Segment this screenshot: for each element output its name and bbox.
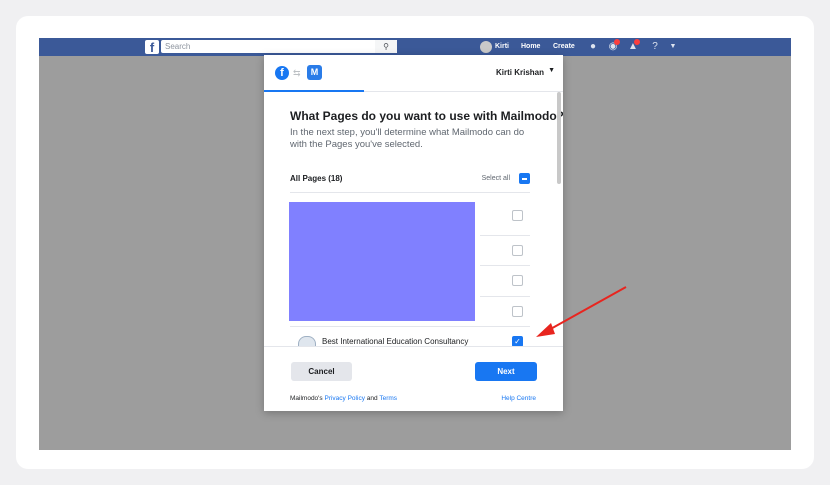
- page-avatar-icon: [298, 336, 316, 346]
- account-switcher[interactable]: Kirti Krishan: [496, 68, 544, 77]
- avatar[interactable]: [480, 41, 492, 53]
- search-placeholder: Search: [165, 42, 191, 51]
- facebook-top-bar: f Search ⚲ Kirti Home Create ● ◉ ▲ ? ▼: [39, 38, 791, 56]
- policy-prefix: Mailmodo's: [290, 395, 323, 402]
- dialog-content: What Pages do you want to use with Mailm…: [264, 92, 563, 346]
- notifications-badge: [634, 39, 640, 45]
- page-name: Best International Education Consultancy: [322, 337, 469, 346]
- page-checkbox[interactable]: [512, 210, 523, 221]
- page-checkbox[interactable]: [512, 245, 523, 256]
- scrollbar[interactable]: [557, 92, 561, 184]
- terms-link[interactable]: Terms: [379, 395, 397, 402]
- all-pages-label: All Pages (18): [290, 174, 343, 183]
- search-icon[interactable]: ⚲: [375, 40, 397, 53]
- select-all-checkbox[interactable]: [519, 173, 530, 184]
- page-checkbox[interactable]: [512, 306, 523, 317]
- divider: [480, 265, 530, 266]
- facebook-logo-icon[interactable]: f: [145, 40, 159, 55]
- cancel-button[interactable]: Cancel: [291, 362, 352, 381]
- nav-create[interactable]: Create: [553, 38, 575, 56]
- policy-text: Mailmodo's Privacy Policy and Terms: [290, 395, 397, 402]
- facebook-icon: f: [275, 66, 289, 80]
- page-checkbox[interactable]: [512, 275, 523, 286]
- divider: [290, 326, 530, 327]
- chevron-down-icon[interactable]: ▼: [548, 67, 555, 74]
- privacy-policy-link[interactable]: Privacy Policy: [324, 395, 364, 402]
- dialog-subtitle: In the next step, you'll determine what …: [290, 127, 525, 150]
- redacted-pages-block: [289, 202, 475, 321]
- divider: [480, 235, 530, 236]
- messenger-badge: [614, 39, 620, 45]
- dialog-header: f ⇆ M Kirti Krishan ▼: [264, 55, 563, 92]
- search-input[interactable]: Search: [161, 40, 397, 53]
- page-checkbox-checked[interactable]: ✓: [512, 336, 523, 346]
- divider: [480, 296, 530, 297]
- help-icon[interactable]: ?: [649, 41, 661, 53]
- dialog-title: What Pages do you want to use with Mailm…: [290, 109, 563, 123]
- select-all-label[interactable]: Select all: [482, 175, 510, 182]
- account-menu-icon[interactable]: ▼: [667, 41, 679, 53]
- nav-user-name[interactable]: Kirti: [495, 38, 509, 56]
- swap-arrows-icon: ⇆: [293, 68, 301, 78]
- policy-and: and: [366, 395, 378, 402]
- mailmodo-logo-icon: M: [307, 65, 322, 80]
- next-button[interactable]: Next: [475, 362, 537, 381]
- pages-list-header: All Pages (18) Select all: [290, 172, 530, 186]
- dialog-footer: Cancel Next Mailmodo's Privacy Policy an…: [264, 346, 563, 412]
- help-centre-link[interactable]: Help Centre: [501, 395, 536, 402]
- divider: [290, 192, 530, 193]
- nav-home[interactable]: Home: [521, 38, 540, 56]
- friend-requests-icon[interactable]: ●: [587, 41, 599, 53]
- permissions-dialog: f ⇆ M Kirti Krishan ▼ What Pages do you …: [264, 55, 563, 411]
